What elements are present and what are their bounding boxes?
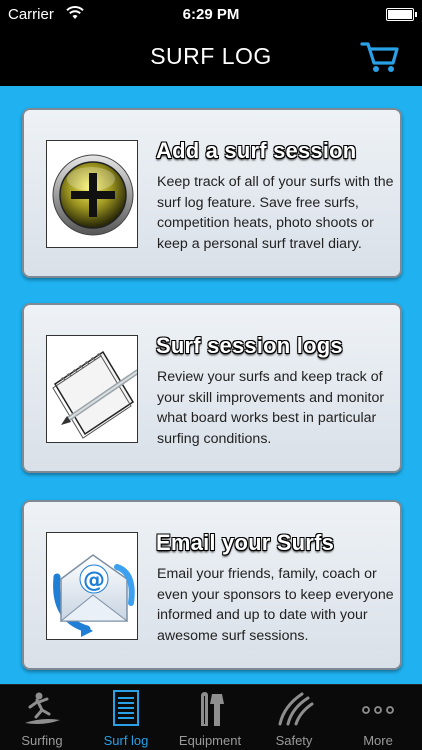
shopping-cart-icon[interactable]: [360, 39, 400, 75]
card-description: Email your friends, family, coach or eve…: [157, 566, 394, 644]
tab-safety[interactable]: Safety: [252, 685, 336, 750]
session-logs-card[interactable]: Surf session logs Review your surfs and …: [22, 303, 402, 473]
tab-surfing[interactable]: Surfing: [0, 685, 84, 750]
email-surfs-card[interactable]: @ Email your Surfs Email your friends, f…: [22, 500, 402, 670]
card-title: Surf session logs: [156, 333, 343, 358]
notepad-pen-icon: [46, 335, 138, 443]
tab-bar: Surfing Surf log Equipment Safety More: [0, 684, 422, 750]
tab-label: Surfing: [21, 733, 63, 748]
main-content: Add a surf session Keep track of all of …: [0, 86, 422, 684]
tab-label: Surf log: [103, 733, 149, 748]
card-description: Review your surfs and keep track of your…: [157, 369, 385, 447]
tab-more[interactable]: More: [336, 685, 420, 750]
card-title: Add a surf session: [156, 138, 357, 163]
more-dots-icon: [362, 706, 394, 714]
card-description: Keep track of all of your surfs with the…: [157, 174, 394, 252]
waves-icon: [278, 692, 314, 726]
tab-label: Equipment: [178, 733, 242, 748]
navigation-bar: SURF LOG: [0, 30, 422, 86]
svg-text:@: @: [83, 568, 105, 593]
card-title: Email your Surfs: [156, 530, 335, 555]
page-title: SURF LOG: [150, 43, 272, 69]
add-plus-icon: [46, 140, 138, 248]
tab-label: Safety: [275, 733, 313, 748]
tab-surf-log[interactable]: Surf log: [84, 685, 168, 750]
status-bar: Carrier 6:29 PM: [0, 0, 422, 30]
surfer-icon: [25, 692, 60, 724]
add-session-card[interactable]: Add a surf session Keep track of all of …: [22, 108, 402, 278]
battery-icon: [386, 8, 417, 21]
email-envelope-icon: @: [46, 532, 138, 640]
tab-equipment[interactable]: Equipment: [168, 685, 252, 750]
wetsuit-icon: [201, 692, 224, 726]
tab-label: More: [363, 733, 393, 748]
document-icon: [113, 690, 139, 726]
clock: 6:29 PM: [182, 6, 240, 23]
